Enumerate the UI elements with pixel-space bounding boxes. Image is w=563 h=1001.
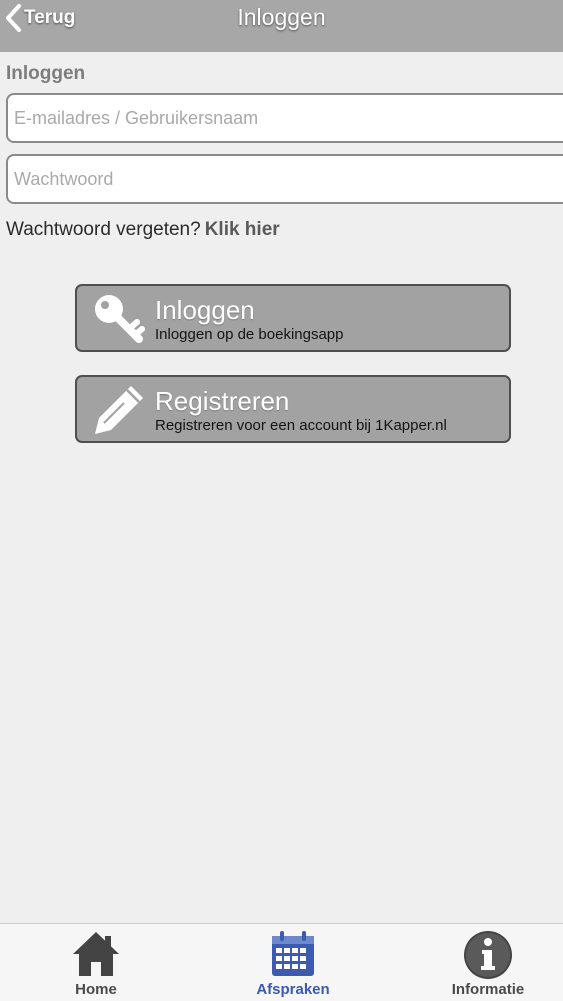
forgot-password-row: Wachtwoord vergeten? Klik hier	[6, 219, 280, 241]
register-button-title: Registreren	[155, 386, 290, 416]
login-button-subtitle: Inloggen op de boekingsapp	[155, 326, 344, 343]
home-icon	[73, 932, 119, 976]
login-section-label: Inloggen	[6, 63, 86, 84]
tab-home-label: Home	[75, 981, 117, 998]
tab-afspraken-label: Afspraken	[256, 981, 330, 998]
login-button-title: Inloggen	[155, 295, 255, 325]
forgot-password-text: Wachtwoord vergeten?	[6, 219, 201, 240]
tab-afspraken[interactable]: Afspraken	[218, 924, 368, 1001]
info-icon	[464, 931, 512, 979]
pencil-icon	[95, 386, 143, 434]
page-title: Inloggen	[237, 4, 326, 30]
login-button[interactable]: Inloggen Inloggen op de boekingsapp	[75, 284, 511, 352]
password-field[interactable]	[6, 154, 563, 204]
tab-informatie-label: Informatie	[451, 981, 525, 998]
register-button-subtitle: Registreren voor een account bij 1Kapper…	[155, 417, 447, 434]
tab-bar: Home Afspraken Informatie	[0, 923, 563, 1001]
forgot-password-link[interactable]: Klik hier	[205, 219, 280, 240]
navigation-bar: Terug Inloggen	[0, 0, 563, 52]
key-icon	[95, 295, 145, 343]
tab-home[interactable]: Home	[21, 924, 171, 1001]
tab-informatie[interactable]: Informatie	[413, 924, 563, 1001]
email-username-field[interactable]	[6, 93, 563, 143]
calendar-icon	[272, 931, 314, 976]
register-button[interactable]: Registreren Registreren voor een account…	[75, 375, 511, 443]
